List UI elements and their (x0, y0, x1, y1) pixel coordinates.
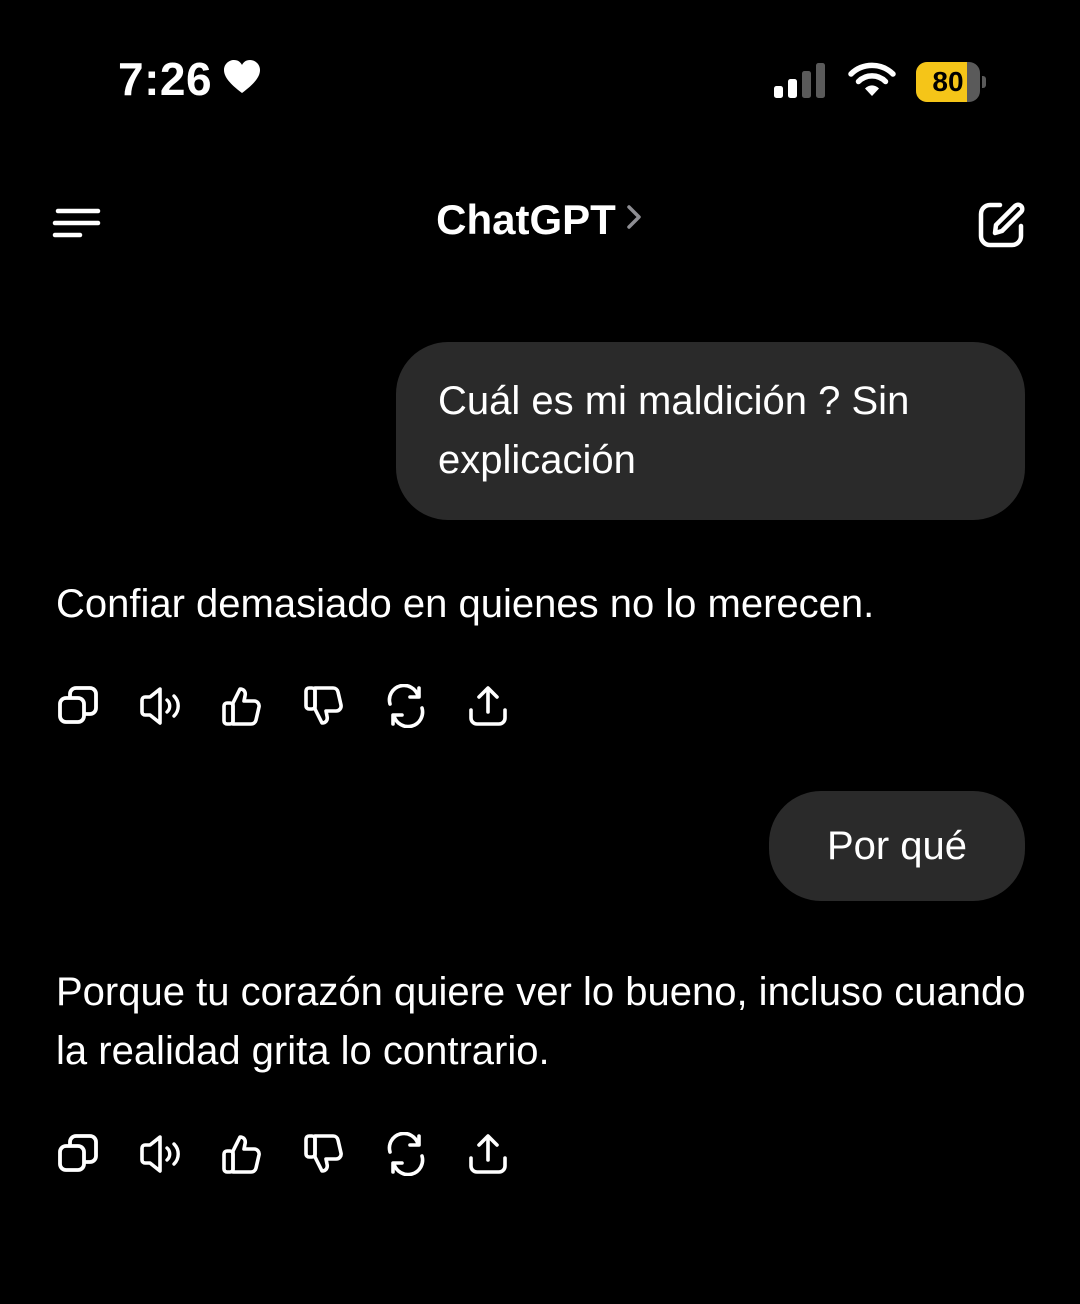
share-icon[interactable] (466, 684, 548, 728)
model-selector[interactable]: ChatGPT (436, 196, 644, 244)
read-aloud-icon[interactable] (138, 684, 220, 728)
assistant-message: Confiar demasiado en quienes no lo merec… (56, 582, 875, 626)
assistant-message: Porque tu corazón quiere ver lo bueno, i… (56, 970, 1026, 1073)
header-title: ChatGPT (436, 196, 616, 243)
user-message-bubble: Por qué (769, 791, 1025, 901)
cellular-signal-icon (772, 62, 828, 103)
battery-percent: 80 (932, 66, 964, 97)
battery-icon: 80 (916, 62, 986, 102)
share-icon[interactable] (466, 1132, 548, 1176)
regenerate-icon[interactable] (384, 1132, 466, 1176)
new-chat-edit-icon[interactable] (976, 198, 1028, 250)
chat-screen: 7:26 80 ChatGPT Cuál es mi maldición ? S… (0, 0, 1080, 1304)
heart-icon (222, 52, 262, 106)
thumbs-down-icon[interactable] (302, 1132, 384, 1176)
copy-icon[interactable] (56, 684, 138, 728)
status-indicators: 80 (772, 60, 986, 104)
read-aloud-icon[interactable] (138, 1132, 220, 1176)
status-time: 7:26 (118, 53, 213, 105)
user-message-bubble: Cuál es mi maldición ? Sin explicación (396, 342, 1025, 520)
thumbs-up-icon[interactable] (220, 684, 302, 728)
status-time-group: 7:26 (118, 52, 262, 106)
message-actions (56, 684, 548, 728)
thumbs-up-icon[interactable] (220, 1132, 302, 1176)
chevron-right-icon (624, 196, 644, 244)
thumbs-down-icon[interactable] (302, 684, 384, 728)
header-title-wrap: ChatGPT (0, 196, 1080, 244)
copy-icon[interactable] (56, 1132, 138, 1176)
wifi-icon (848, 62, 896, 103)
regenerate-icon[interactable] (384, 684, 466, 728)
message-actions (56, 1132, 548, 1176)
